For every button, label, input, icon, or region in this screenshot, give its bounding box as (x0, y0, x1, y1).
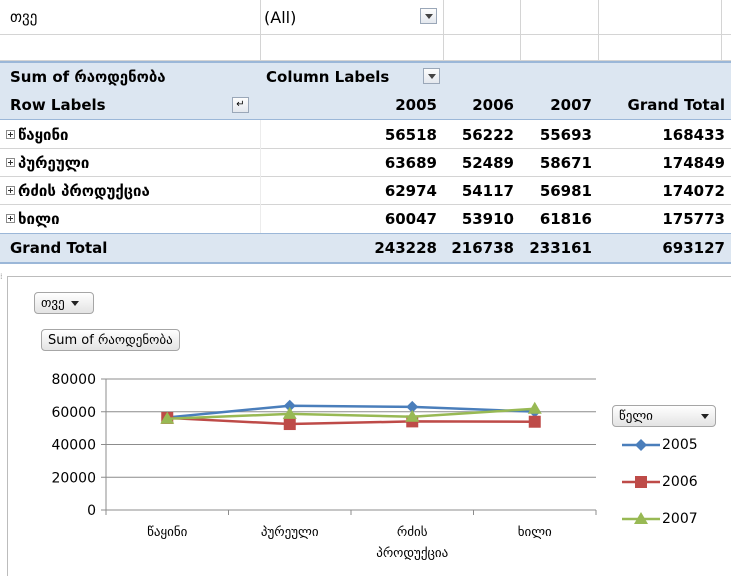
column-labels-header: Column Labels (266, 68, 390, 86)
data-point (527, 401, 542, 414)
data-point (283, 418, 296, 431)
sort-filter-icon: ↵ (236, 99, 245, 110)
data-point (528, 415, 541, 428)
table-row: წაყინი 56518 56222 55693 168433 (0, 121, 731, 148)
y-tick-label: 40000 (51, 438, 96, 454)
x-tick-label: ხილი (518, 525, 552, 540)
row-label: ხილი (18, 209, 60, 228)
row-labels-header: Row Labels (10, 96, 106, 114)
line-chart: 0 20000 40000 60000 80000 წაყინი პურეული რძის პრ… (51, 372, 597, 561)
cell-value: 60047 (384, 209, 437, 228)
cell-value: 168433 (662, 125, 725, 144)
chevron-down-icon (427, 73, 436, 79)
pivot-column-header-row: Row Labels ↵ 2005 2006 2007 Grand Total (0, 91, 731, 120)
cell-value: 54117 (461, 181, 514, 200)
row-label: რძის პროდუქცია (18, 181, 150, 200)
expand-icon[interactable] (6, 186, 15, 195)
legend-item: 2006 (620, 474, 698, 490)
grand-total-label: Grand Total (10, 239, 108, 257)
y-tick-label: 20000 (51, 470, 96, 486)
expand-icon[interactable] (6, 214, 15, 223)
expand-icon[interactable] (6, 158, 15, 167)
filter-field-label: თვე (10, 8, 38, 26)
cell-value: 175773 (662, 209, 725, 228)
value-field-label: Sum of რაოდენობა (10, 68, 166, 86)
chevron-down-icon (424, 13, 433, 19)
y-tick-label: 60000 (51, 405, 96, 421)
x-tick-label: პურეული (261, 525, 319, 540)
cell-value: 61816 (539, 209, 592, 228)
filter-value: (All) (264, 7, 297, 27)
cell-value: 56222 (461, 125, 514, 144)
column-header-2007: 2007 (550, 96, 592, 114)
cell-value: 174849 (662, 153, 725, 172)
column-header-2005: 2005 (395, 96, 437, 114)
cell-value: 693127 (662, 239, 725, 257)
pivot-filter-row: თვე (All) (0, 0, 731, 34)
cell-value: 56981 (539, 181, 592, 200)
chart-resize-handle[interactable]: ⁞ (0, 272, 4, 281)
table-row: პურეული 63689 52489 58671 174849 (0, 149, 731, 176)
expand-icon[interactable] (6, 130, 15, 139)
pivot-chart[interactable]: თვე Sum of რაოდენობა 0 20000 40000 60000 800… (7, 276, 731, 576)
cell-value: 55693 (539, 125, 592, 144)
cell-value: 56518 (384, 125, 437, 144)
legend-label: 2007 (662, 511, 698, 527)
cell-value: 58671 (539, 153, 592, 172)
chevron-down-icon (701, 413, 709, 419)
column-header-grand-total: Grand Total (627, 96, 725, 114)
row-label: წაყინი (18, 125, 69, 144)
x-tick-label: პროდუქცია (376, 546, 448, 561)
cell-value: 62974 (384, 181, 437, 200)
x-tick-label: წაყინი (147, 525, 188, 540)
table-row: რძის პროდუქცია 62974 54117 56981 174072 (0, 177, 731, 204)
y-tick-label: 80000 (51, 372, 96, 388)
cell-value: 63689 (384, 153, 437, 172)
legend-label: 2006 (662, 474, 698, 490)
column-header-2006: 2006 (472, 96, 514, 114)
x-tick-label: რძის (397, 525, 428, 540)
legend-field-button[interactable]: წელი (612, 405, 716, 427)
row-labels-sort-button[interactable]: ↵ (232, 97, 249, 113)
pivot-header-row: Sum of რაოდენობა Column Labels (0, 63, 731, 91)
cell-value: 174072 (662, 181, 725, 200)
legend-label: 2005 (662, 437, 698, 453)
table-row: ხილი 60047 53910 61816 175773 (0, 205, 731, 232)
legend-swatch (622, 439, 660, 451)
grand-total-row: Grand Total 243228 216738 233161 693127 (0, 233, 731, 264)
series-line-2006 (167, 416, 535, 426)
cell-value: 52489 (461, 153, 514, 172)
legend-swatch (622, 476, 660, 488)
legend-field-label: წელი (619, 408, 653, 424)
column-labels-dropdown[interactable] (423, 68, 440, 84)
row-label: პურეული (18, 153, 90, 172)
cell-value: 233161 (529, 239, 592, 257)
legend-item: 2005 (620, 437, 698, 453)
legend-swatch (622, 512, 660, 524)
cell-value: 53910 (461, 209, 514, 228)
legend-item: 2007 (620, 511, 698, 527)
cell-value: 216738 (451, 239, 514, 257)
y-tick-label: 0 (87, 503, 96, 519)
filter-dropdown-button[interactable] (420, 8, 437, 24)
cell-value: 243228 (374, 239, 437, 257)
